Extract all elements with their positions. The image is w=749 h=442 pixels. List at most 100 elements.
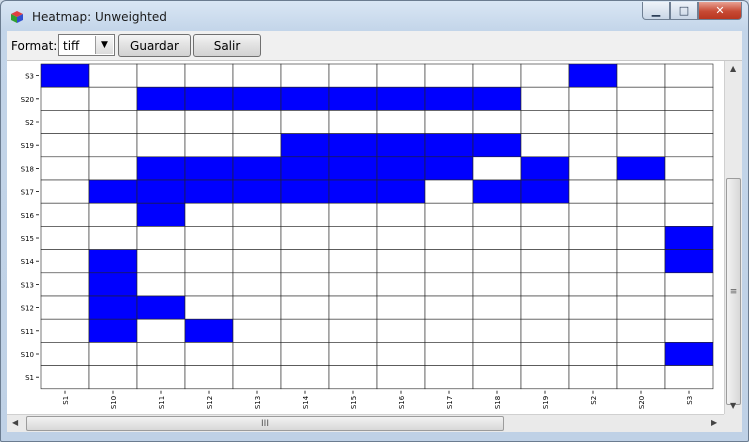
exit-button[interactable]: Salir <box>193 34 261 57</box>
heatmap-cell <box>328 365 378 390</box>
heatmap-cell <box>424 133 474 158</box>
heatmap-cell <box>376 86 426 111</box>
heatmap-cell <box>88 272 138 297</box>
heatmap-cell <box>136 226 186 250</box>
heatmap-cell <box>376 318 426 343</box>
column-tick-label: S19 <box>542 396 550 409</box>
heatmap-cell <box>616 295 666 320</box>
heatmap-cell <box>376 202 426 227</box>
scroll-down-arrow-icon[interactable]: ▼ <box>730 401 736 410</box>
heatmap-cell <box>520 179 570 204</box>
heatmap-cell <box>88 63 138 88</box>
heatmap-cell <box>472 179 522 204</box>
heatmap-cell <box>424 249 474 274</box>
heatmap-cell <box>520 133 570 158</box>
heatmap-cell <box>376 295 426 320</box>
heatmap-cell <box>472 226 522 250</box>
heatmap-cell <box>568 133 618 158</box>
heatmap-cell <box>136 179 186 204</box>
heatmap-cell <box>136 86 186 111</box>
column-tick-label: S2 <box>590 396 598 405</box>
column-tick-label: S3 <box>686 396 694 405</box>
title-bar[interactable]: Heatmap: Unweighted ▁ □ ✕ <box>1 1 748 31</box>
heatmap-cell <box>280 295 330 320</box>
heatmap-cell <box>232 295 282 320</box>
heatmap-cell <box>280 318 330 343</box>
heatmap-cell <box>232 156 282 181</box>
row-tick-label: S12 <box>21 305 34 313</box>
heatmap-cell <box>424 156 474 181</box>
heatmap-cell <box>616 63 666 88</box>
heatmap-cell <box>568 110 618 134</box>
heatmap-cell <box>40 272 90 297</box>
heatmap-cell <box>232 179 282 204</box>
heatmap-cell <box>184 202 234 227</box>
heatmap-cell <box>520 318 570 343</box>
heatmap-cell <box>472 272 522 297</box>
heatmap-cell <box>376 179 426 204</box>
heatmap-cell <box>88 86 138 111</box>
column-tick-label: S17 <box>446 396 454 409</box>
row-tick-label: S1 <box>25 374 34 382</box>
heatmap-cell <box>568 226 618 250</box>
heatmap-cell <box>136 202 186 227</box>
heatmap-cell <box>472 249 522 274</box>
heatmap-cell <box>184 342 234 366</box>
close-button[interactable]: ✕ <box>698 2 742 20</box>
heatmap-cell <box>616 202 666 227</box>
heatmap-cell <box>328 342 378 366</box>
horizontal-scroll-thumb[interactable]: III <box>26 416 504 431</box>
save-button[interactable]: Guardar <box>118 34 191 57</box>
vertical-scroll-thumb[interactable]: ≡ <box>726 178 741 405</box>
heatmap-cell <box>424 86 474 111</box>
vertical-scrollbar[interactable]: ▲ ≡ ▼ <box>724 61 742 414</box>
scroll-left-arrow-icon[interactable]: ◀ <box>12 418 18 427</box>
heatmap-cell <box>520 226 570 250</box>
heatmap-cell <box>616 226 666 250</box>
heatmap-cell <box>88 110 138 134</box>
row-tick-label: S14 <box>21 258 35 266</box>
heatmap-cell <box>568 272 618 297</box>
column-tick-label: S12 <box>206 396 214 409</box>
heatmap-cell <box>664 63 714 88</box>
column-tick-label: S10 <box>110 396 118 409</box>
heatmap-cell <box>472 295 522 320</box>
heatmap-cell <box>664 342 714 366</box>
heatmap-cell <box>424 295 474 320</box>
heatmap-cell <box>472 86 522 111</box>
heatmap-cell <box>232 318 282 343</box>
heatmap-cell <box>232 110 282 134</box>
heatmap-cell <box>184 110 234 134</box>
heatmap-cell <box>88 249 138 274</box>
heatmap-cell <box>520 110 570 134</box>
heatmap-cell <box>568 156 618 181</box>
maximize-button[interactable]: □ <box>670 2 698 20</box>
format-select-value: tiff <box>63 39 80 53</box>
chevron-down-icon[interactable]: ▼ <box>95 36 113 54</box>
save-button-label: Guardar <box>130 38 179 53</box>
minimize-button[interactable]: ▁ <box>642 2 670 20</box>
heatmap-cell <box>472 342 522 366</box>
horizontal-scrollbar[interactable]: ◀ III ▶ <box>7 414 724 432</box>
heatmap-cell <box>40 133 90 158</box>
heatmap-cell <box>280 249 330 274</box>
heatmap-cell <box>424 110 474 134</box>
scroll-corner <box>724 414 742 432</box>
heatmap-cell <box>616 318 666 343</box>
heatmap-cell <box>88 318 138 343</box>
heatmap-cell <box>376 133 426 158</box>
heatmap-cell <box>616 133 666 158</box>
heatmap-cell <box>184 179 234 204</box>
format-select[interactable]: tiff ▼ <box>58 34 115 56</box>
heatmap-cell <box>472 202 522 227</box>
heatmap-cell <box>280 156 330 181</box>
heatmap-cell <box>664 249 714 274</box>
heatmap-cell <box>664 179 714 204</box>
scroll-right-arrow-icon[interactable]: ▶ <box>711 418 717 427</box>
heatmap-cell <box>376 156 426 181</box>
heatmap-cell <box>184 86 234 111</box>
heatmap-cell <box>280 365 330 390</box>
heatmap-cell <box>520 365 570 390</box>
scroll-up-arrow-icon[interactable]: ▲ <box>730 64 736 73</box>
heatmap-cell <box>328 272 378 297</box>
